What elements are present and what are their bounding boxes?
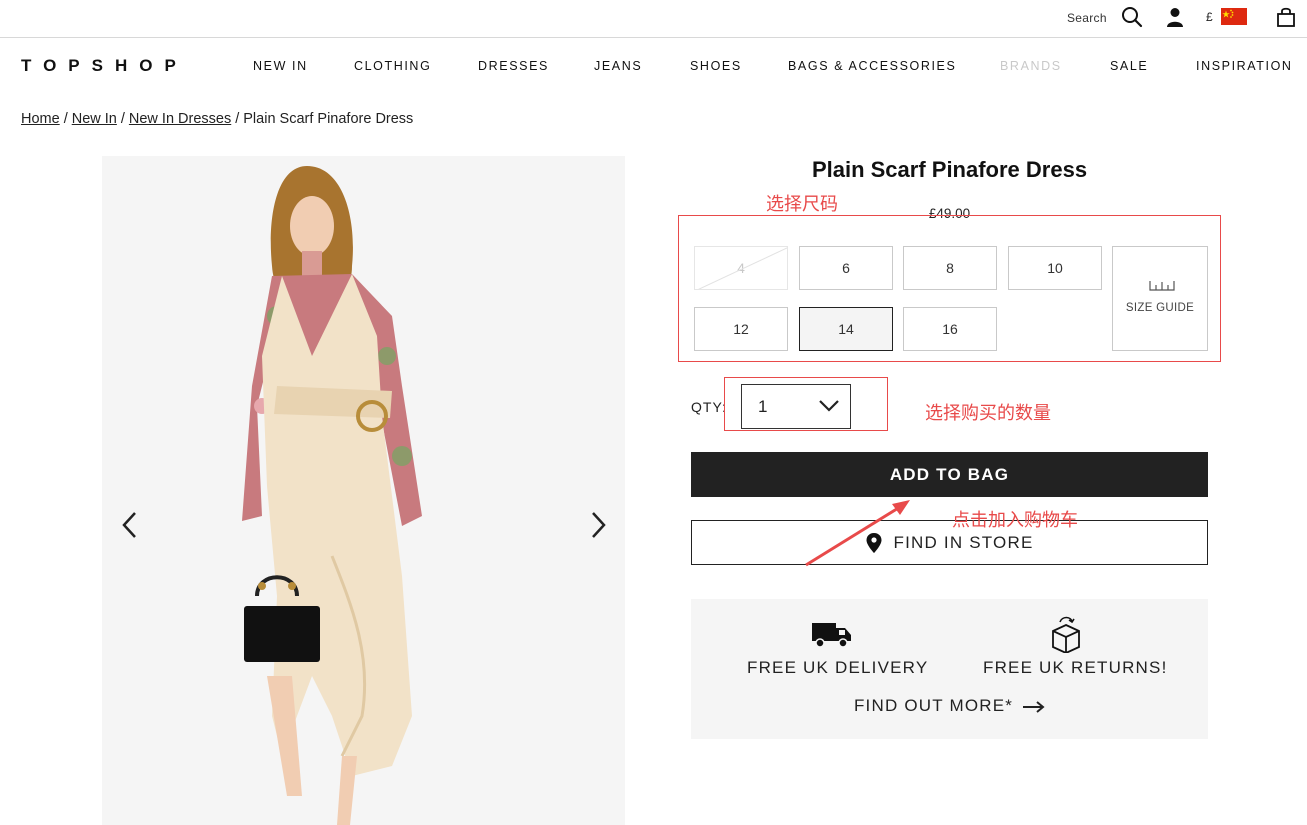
search-icon[interactable] — [1121, 6, 1143, 28]
free-returns-label: FREE UK RETURNS! — [983, 658, 1168, 677]
breadcrumb-new-in[interactable]: New In — [72, 111, 117, 127]
size-guide-label: SIZE GUIDE — [1125, 302, 1195, 314]
ruler-icon — [1149, 281, 1175, 291]
currency-symbol[interactable]: £ — [1206, 10, 1213, 24]
qty-label: QTY: — [691, 399, 727, 415]
size-label: 14 — [838, 321, 854, 337]
breadcrumb-home[interactable]: Home — [21, 111, 60, 127]
previous-image-arrow[interactable] — [120, 510, 140, 540]
size-option-8[interactable]: 8 — [903, 246, 997, 290]
china-flag-icon[interactable] — [1221, 8, 1247, 25]
bag-annotation-text: 点击加入购物车 — [952, 510, 1078, 531]
breadcrumb-current: Plain Scarf Pinafore Dress — [243, 111, 414, 127]
size-guide-button[interactable]: SIZE GUIDE — [1112, 246, 1208, 351]
topshop-logo[interactable]: TOPSHOP — [21, 56, 188, 76]
truck-icon — [812, 623, 851, 648]
nav-new-in[interactable]: NEW IN — [253, 59, 308, 73]
annotation-arrow-icon — [805, 500, 910, 567]
nav-bags-accessories[interactable]: BAGS & ACCESSORIES — [788, 59, 956, 73]
size-option-6[interactable]: 6 — [799, 246, 893, 290]
breadcrumb-separator: / — [120, 111, 125, 127]
returns-box-icon — [1052, 616, 1080, 653]
unavailable-strike-icon — [698, 247, 787, 289]
nav-inspiration[interactable]: INSPIRATION — [1196, 59, 1293, 73]
size-label: 16 — [942, 321, 958, 337]
breadcrumb: Home / New In / New In Dresses / Plain Scarf P… — [21, 111, 413, 127]
next-image-arrow[interactable] — [588, 510, 608, 540]
size-label: 10 — [1047, 260, 1063, 276]
find-out-more-link[interactable]: FIND OUT MORE* — [691, 696, 1208, 716]
find-out-more-label: FIND OUT MORE* — [853, 696, 1014, 715]
free-delivery-label: FREE UK DELIVERY — [747, 658, 929, 677]
nav-sale[interactable]: SALE — [1110, 59, 1148, 73]
size-option-14[interactable]: 14 — [799, 307, 893, 351]
size-label: 8 — [946, 260, 954, 276]
add-to-bag-button[interactable]: ADD TO BAG — [691, 452, 1208, 497]
breadcrumb-separator: / — [235, 111, 240, 127]
nav-shoes[interactable]: SHOES — [690, 59, 742, 73]
nav-brands[interactable]: BRANDS — [1000, 59, 1062, 73]
account-icon[interactable] — [1166, 7, 1184, 27]
size-option-16[interactable]: 16 — [903, 307, 997, 351]
size-label: 6 — [842, 260, 850, 276]
search-label[interactable]: Search — [1067, 11, 1107, 25]
quantity-value: 1 — [758, 397, 768, 416]
nav-jeans[interactable]: JEANS — [594, 59, 642, 73]
utility-bar: Search £ — [0, 0, 1307, 38]
find-in-store-button[interactable]: FIND IN STORE — [691, 520, 1208, 565]
quantity-select[interactable]: 1 — [741, 384, 851, 429]
qty-annotation-text: 选择购买的数量 — [925, 403, 1051, 424]
product-title: Plain Scarf Pinafore Dress — [811, 157, 1088, 182]
size-option-12[interactable]: 12 — [694, 307, 788, 351]
nav-clothing[interactable]: CLOTHING — [354, 59, 431, 73]
shopping-bag-icon[interactable] — [1276, 7, 1296, 27]
size-label: 12 — [733, 321, 749, 337]
size-annotation-text: 选择尺码 — [766, 194, 838, 215]
size-option-10[interactable]: 10 — [1008, 246, 1102, 290]
delivery-info-panel: FREE UK DELIVERY FREE UK RETURNS! FIND O… — [691, 599, 1208, 739]
chevron-down-icon — [819, 400, 839, 412]
nav-dresses[interactable]: DRESSES — [478, 59, 549, 73]
size-option-4: 4 — [694, 246, 788, 290]
add-to-bag-label: ADD TO BAG — [889, 464, 1010, 484]
breadcrumb-separator: / — [63, 111, 68, 127]
breadcrumb-new-in-dresses[interactable]: New In Dresses — [129, 111, 231, 127]
product-image[interactable] — [102, 156, 625, 825]
model-photo-illustration — [102, 156, 625, 825]
arrow-right-icon — [1023, 700, 1045, 713]
